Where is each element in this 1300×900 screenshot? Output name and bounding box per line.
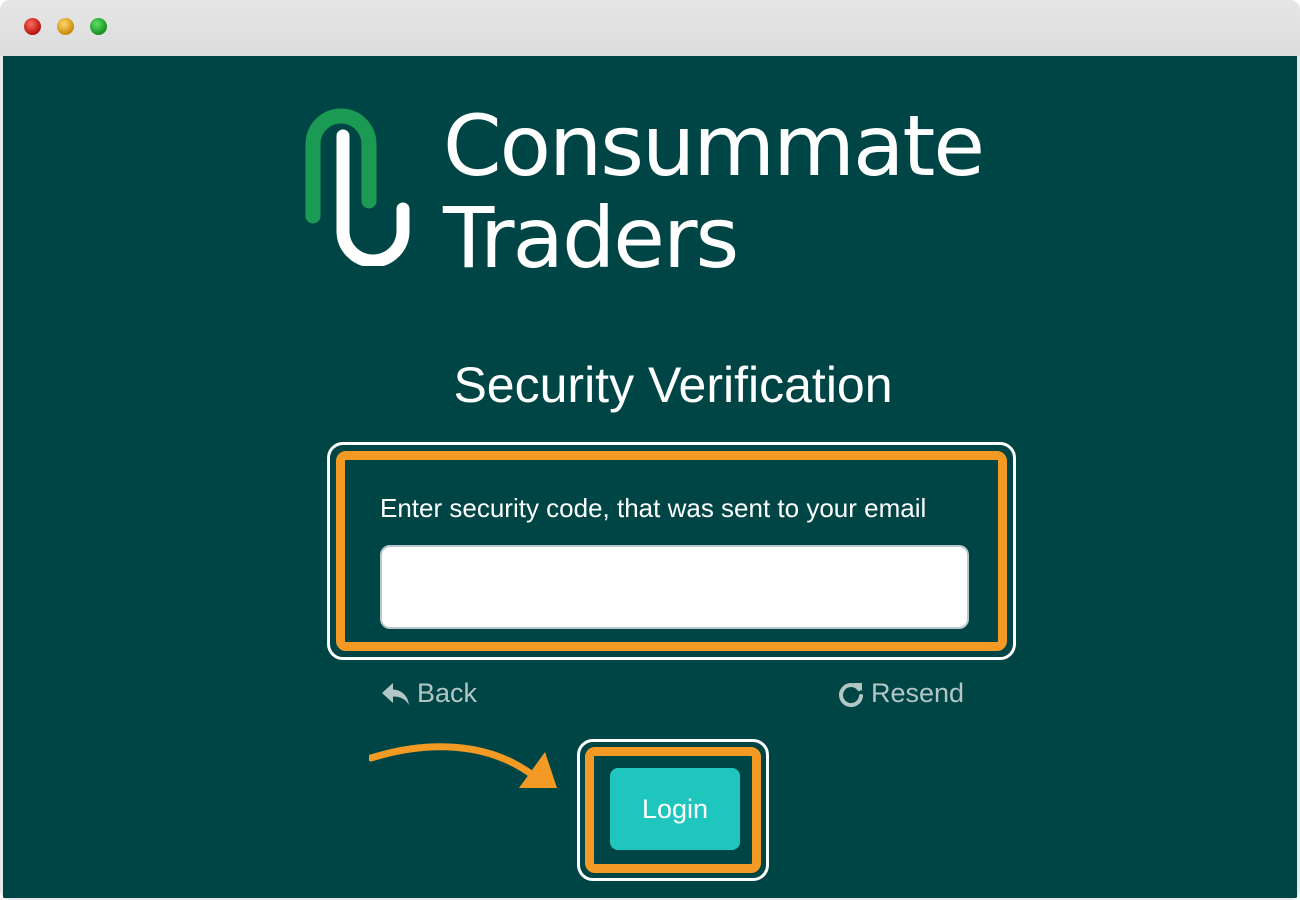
- minimize-window-icon[interactable]: [57, 18, 74, 35]
- resend-link-label: Resend: [871, 678, 965, 708]
- security-code-input[interactable]: [380, 545, 969, 629]
- maximize-window-icon[interactable]: [90, 18, 107, 35]
- window-titlebar: [0, 0, 1300, 56]
- reply-arrow-icon: [382, 682, 409, 705]
- brand-name-line2: Traders: [443, 189, 739, 287]
- brand-name-line1: Consummate: [443, 97, 985, 195]
- back-link[interactable]: Back: [381, 678, 477, 709]
- page-title: Security Verification: [453, 357, 893, 413]
- resend-link[interactable]: Resend: [837, 678, 964, 709]
- browser-window: Consummate Traders Security Verification…: [0, 0, 1300, 900]
- back-link-label: Back: [417, 678, 478, 708]
- login-button[interactable]: Login: [610, 768, 740, 850]
- refresh-icon: [839, 682, 863, 707]
- verification-page: Consummate Traders Security Verification…: [3, 56, 1297, 898]
- curved-arrow-icon: [369, 743, 557, 788]
- security-code-label: Enter security code, that was sent to yo…: [380, 493, 927, 523]
- close-window-icon[interactable]: [24, 18, 41, 35]
- paperclip-logo-icon: [305, 108, 410, 266]
- brand-name: Consummate Traders: [443, 97, 985, 287]
